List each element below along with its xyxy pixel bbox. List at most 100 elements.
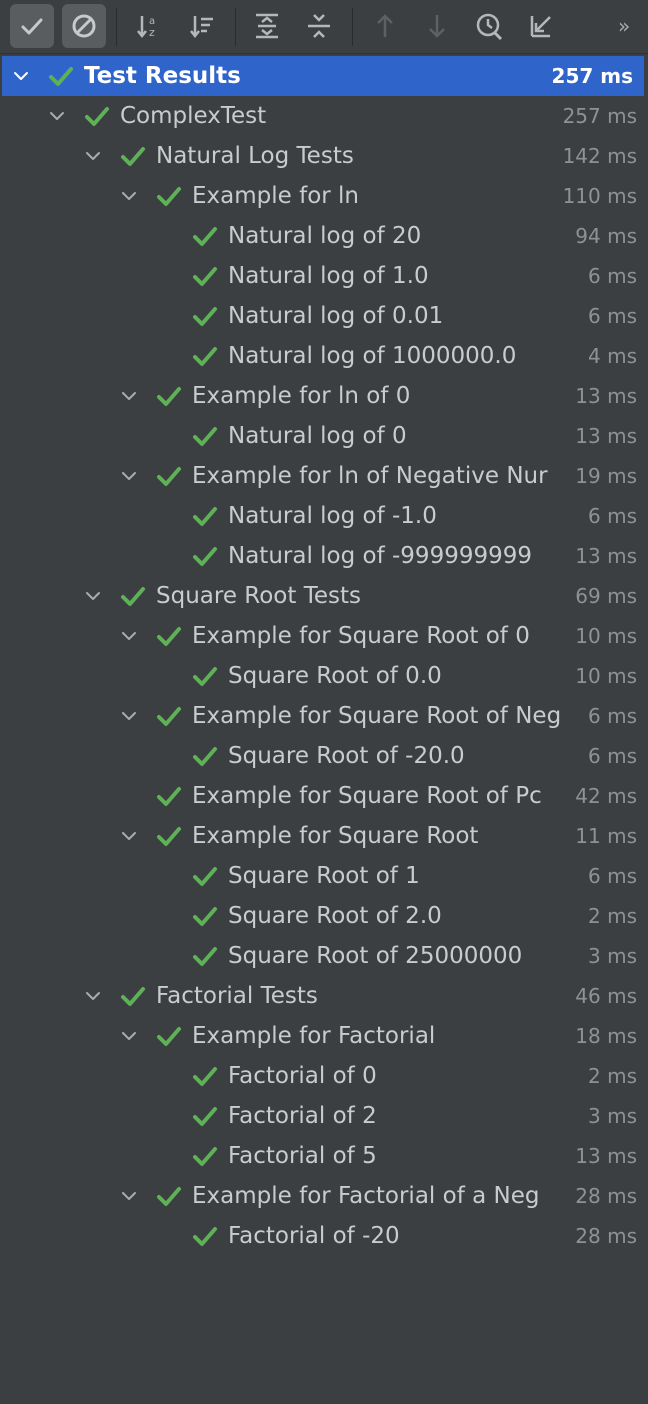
sort-alphabetically-button[interactable]: az [127,4,171,48]
test-duration: 6 ms [588,504,637,528]
passed-check-icon [120,145,146,167]
test-duration: 13 ms [575,424,637,448]
test-duration: 2 ms [588,904,637,928]
test-case-row[interactable]: Factorial of 2 3 ms [0,1096,648,1136]
next-failed-button[interactable] [415,4,459,48]
test-name-label: Example for Square Root of 0 [192,623,530,649]
passed-check-icon [192,1105,218,1127]
test-case-row[interactable]: Square Root of 1 6 ms [0,856,648,896]
chevron-down-icon[interactable] [12,67,30,85]
chevron-down-icon[interactable] [84,987,102,1005]
passed-check-icon [192,865,218,887]
test-suite-row[interactable]: Factorial Tests 46 ms [0,976,648,1016]
test-duration: 6 ms [588,304,637,328]
test-history-button[interactable] [467,4,511,48]
passed-check-icon [192,545,218,567]
test-case-row[interactable]: Natural log of 20 94 ms [0,216,648,256]
test-name-label: ComplexTest [120,103,267,129]
test-suite-row[interactable]: Example for Square Root 11 ms [0,816,648,856]
test-duration: 13 ms [575,1144,637,1168]
test-name-label: Square Root of 25000000 [228,943,523,969]
passed-check-icon [192,1145,218,1167]
passed-check-icon [192,665,218,687]
test-case-row[interactable]: Square Root of -20.0 6 ms [0,736,648,776]
test-suite-row[interactable]: Example for Square Root of 0 10 ms [0,616,648,656]
test-suite-row[interactable]: Test Results 257 ms [2,56,644,96]
chevron-down-icon[interactable] [120,627,138,645]
chevron-down-icon[interactable] [120,467,138,485]
test-case-row[interactable]: Factorial of -20 28 ms [0,1216,648,1256]
test-name-label: Example for Square Root of Pc [192,783,542,809]
test-duration: 3 ms [588,1104,637,1128]
chevron-down-icon[interactable] [120,1187,138,1205]
test-name-label: Factorial of 5 [228,1143,377,1169]
collapse-all-icon [308,14,330,38]
passed-check-icon [192,425,218,447]
import-tests-icon [530,16,551,38]
test-suite-row[interactable]: Example for Square Root of Neg 6 ms [0,696,648,736]
test-suite-row[interactable]: Example for ln 110 ms [0,176,648,216]
chevron-down-icon[interactable] [84,147,102,165]
passed-check-icon [120,985,146,1007]
test-suite-row[interactable]: Example for ln of Negative Nur 19 ms [0,456,648,496]
test-duration: 42 ms [575,784,637,808]
toolbar-separator [352,8,353,46]
test-name-label: Natural Log Tests [156,143,354,169]
test-duration: 10 ms [575,664,637,688]
test-duration: 6 ms [588,744,637,768]
test-duration: 142 ms [562,144,637,168]
passed-check-icon [192,225,218,247]
test-name-label: Natural log of 20 [228,223,422,249]
expand-all-button[interactable] [245,4,289,48]
test-case-row[interactable]: Natural log of 1000000.0 4 ms [0,336,648,376]
show-ignored-icon [72,14,96,38]
test-case-row[interactable]: Natural log of 1.0 6 ms [0,256,648,296]
test-duration: 4 ms [588,344,637,368]
expand-all-icon [256,13,278,39]
test-case-row[interactable]: Square Root of 25000000 3 ms [0,936,648,976]
test-case-row[interactable]: Factorial of 0 2 ms [0,1056,648,1096]
test-duration: 257 ms [562,104,637,128]
test-suite-row[interactable]: Example for Square Root of Pc 42 ms [0,776,648,816]
chevron-down-icon[interactable] [84,587,102,605]
show-passed-button[interactable] [10,4,54,48]
chevron-down-icon[interactable] [120,387,138,405]
sort-alphabetically-icon: az [137,16,155,39]
test-name-label: Example for Factorial of a Neg [192,1183,540,1209]
passed-check-icon [192,505,218,527]
chevron-down-icon[interactable] [48,107,66,125]
test-name-label: Square Root of -20.0 [228,743,465,769]
show-ignored-button[interactable] [62,4,106,48]
chevron-down-icon[interactable] [120,187,138,205]
test-case-row[interactable]: Square Root of 2.0 2 ms [0,896,648,936]
test-name-label: Natural log of 1.0 [228,263,429,289]
test-case-row[interactable]: Natural log of -999999999 13 ms [0,536,648,576]
previous-failed-button[interactable] [363,4,407,48]
test-name-label: Example for ln [192,183,359,209]
chevron-down-icon[interactable] [120,1027,138,1045]
test-history-icon [476,13,503,41]
test-name-label: Square Root of 1 [228,863,420,889]
test-duration: 10 ms [575,624,637,648]
test-suite-row[interactable]: Natural Log Tests 142 ms [0,136,648,176]
test-case-row[interactable]: Factorial of 5 13 ms [0,1136,648,1176]
passed-check-icon [84,105,110,127]
chevron-down-icon[interactable] [120,707,138,725]
import-tests-button[interactable] [519,4,563,48]
test-results-tree: Test Results 257 ms ComplexTest 257 ms Natur… [0,54,648,1404]
test-case-row[interactable]: Natural log of 0 13 ms [0,416,648,456]
test-suite-row[interactable]: Example for Factorial of a Neg 28 ms [0,1176,648,1216]
test-suite-row[interactable]: Example for Factorial 18 ms [0,1016,648,1056]
test-case-row[interactable]: Natural log of 0.01 6 ms [0,296,648,336]
test-name-label: Square Root of 2.0 [228,903,442,929]
previous-failed-icon [377,14,393,37]
more-actions-button[interactable]: » [618,14,630,38]
test-suite-row[interactable]: ComplexTest 257 ms [0,96,648,136]
test-case-row[interactable]: Natural log of -1.0 6 ms [0,496,648,536]
test-suite-row[interactable]: Example for ln of 0 13 ms [0,376,648,416]
test-suite-row[interactable]: Square Root Tests 69 ms [0,576,648,616]
chevron-down-icon[interactable] [120,827,138,845]
sort-by-duration-button[interactable] [180,4,224,48]
test-case-row[interactable]: Square Root of 0.0 10 ms [0,656,648,696]
collapse-all-button[interactable] [297,4,341,48]
